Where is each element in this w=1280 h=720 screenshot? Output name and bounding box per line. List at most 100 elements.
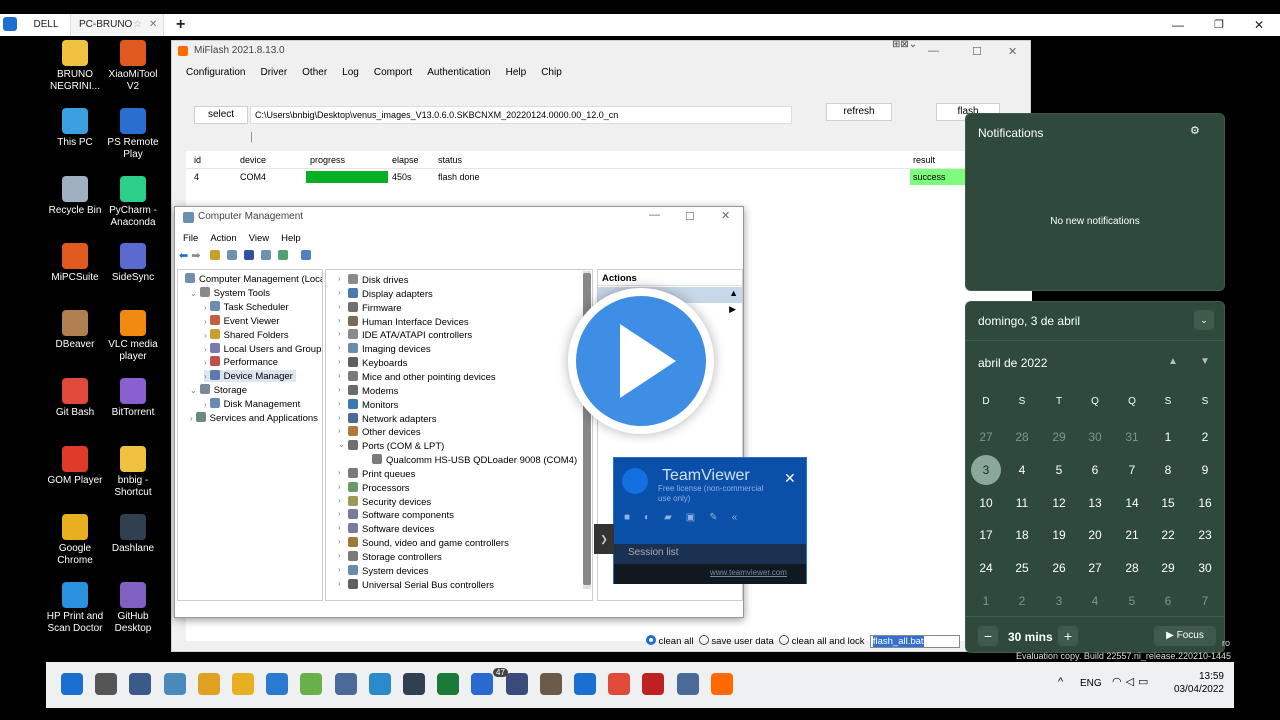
desktop-icon[interactable]: Git Bash [46,378,104,419]
expand-arrow-icon[interactable]: ⌄ [190,386,197,395]
calendar-day[interactable]: 27 [971,422,1001,452]
device-category[interactable]: › IDE ATA/ATAPI controllers [338,329,472,341]
file-explorer-icon[interactable] [232,673,254,695]
calendar-month[interactable]: abril de 2022 [978,356,1047,370]
expand-arrow-icon[interactable]: › [338,537,341,546]
calendar-day[interactable]: 30 [1080,422,1110,452]
git-icon[interactable] [608,673,631,695]
expand-arrow-icon[interactable]: › [338,302,341,311]
expand-arrow-icon[interactable]: › [338,565,341,574]
device-category[interactable]: › Network adapters [338,412,436,425]
tab-dell[interactable]: DELL [24,14,68,36]
expand-arrow-icon[interactable]: › [338,274,341,283]
menu-item[interactable]: Other [302,67,327,78]
calendar-day[interactable]: 28 [1007,422,1037,452]
teamviewer-url[interactable]: www.teamviewer.com [710,568,787,577]
calendar-day[interactable]: 29 [1044,422,1074,452]
device-category[interactable]: › Sound, video and game controllers [338,537,509,549]
expand-arrow-icon[interactable]: › [338,329,341,338]
menu-item[interactable]: Authentication [427,67,490,78]
notification-settings-icon[interactable]: ⚙ [1190,124,1200,137]
clock-date[interactable]: 03/04/2022 [1170,684,1224,695]
menu-item[interactable]: Log [342,67,359,78]
calculator-icon[interactable] [334,673,357,695]
device-category[interactable]: › Software devices [338,523,434,535]
calendar-day[interactable]: 7 [1190,586,1220,616]
calendar-day[interactable]: 21 [1117,520,1147,550]
back-icon[interactable]: ⬅ [179,250,188,262]
calendar-day[interactable]: 6 [1080,455,1110,485]
expand-arrow-icon[interactable]: › [338,399,341,408]
radio-save-user-data[interactable] [698,635,709,645]
radio-clean-all-lock[interactable] [779,635,790,645]
device-category[interactable]: › Firmware [338,301,402,314]
video-play-overlay[interactable] [568,288,714,434]
teamviewer-taskbar-icon[interactable] [574,673,596,695]
desktop-icon[interactable]: GitHub Desktop [104,582,162,635]
expand-arrow-icon[interactable]: › [338,371,341,380]
calendar-day[interactable]: 27 [1080,553,1110,583]
calendar-day[interactable]: 5 [1117,586,1147,616]
miflash-close-icon[interactable]: ✕ [1008,45,1017,58]
device-category[interactable]: › Keyboards [338,357,407,369]
device-category[interactable]: › Storage controllers [338,551,442,563]
teamviewer-close-icon[interactable]: ✕ [784,470,796,487]
table-row[interactable]: 4 COM4 450s flash done success [186,169,1032,185]
expand-arrow-icon[interactable]: › [338,551,341,560]
cm-close-icon[interactable]: ✕ [721,209,730,222]
calendar-day[interactable]: 18 [1007,520,1037,550]
cm-menu-item[interactable]: View [249,233,269,244]
calendar-day[interactable]: 26 [1044,553,1074,583]
expand-arrow-icon[interactable]: › [204,331,207,340]
tab-pc-bruno[interactable]: PC-BRUNO ☆ ✕ [70,14,164,36]
expand-arrow-icon[interactable]: › [338,413,341,422]
calendar-day[interactable]: 1 [1153,422,1183,452]
forward-icon[interactable]: ➡ [191,250,200,262]
calendar-day[interactable]: 13 [1080,488,1110,518]
desktop-icon[interactable]: BRUNO NEGRINI... [46,40,104,93]
expand-arrow-icon[interactable]: ⌄ [338,440,345,449]
expand-arrow-icon[interactable]: › [204,303,207,312]
desktop-icon[interactable]: XiaoMiTool V2 [104,40,162,93]
expand-arrow-icon[interactable]: › [338,357,341,366]
tree-item[interactable]: › Services and Applications [190,412,318,424]
expand-arrow-icon[interactable]: › [204,358,207,367]
calendar-day[interactable]: 2 [1007,586,1037,616]
expand-arrow-icon[interactable]: › [338,579,341,588]
tree-item[interactable]: › Local Users and Groups [204,342,322,355]
expand-arrow-icon[interactable]: › [204,372,207,381]
expand-arrow-icon[interactable]: › [190,414,193,423]
calendar-day[interactable]: 29 [1153,553,1183,583]
settings-icon[interactable] [129,673,152,695]
calendar-day[interactable]: 25 [1007,553,1037,583]
expand-arrow-icon[interactable]: › [204,345,207,354]
calendar-day[interactable]: 28 [1117,553,1147,583]
photos-icon[interactable] [163,673,186,695]
desktop-icon[interactable]: MiPCSuite [46,243,104,284]
path-field[interactable]: C:\Users\bnbig\Desktop\venus_images_V13.… [250,106,792,124]
calendar-day[interactable]: 12 [1044,488,1074,518]
globe-icon[interactable] [368,673,391,695]
expand-arrow-icon[interactable]: › [338,523,341,532]
tree-item[interactable]: › Task Scheduler [204,300,289,313]
device-category[interactable]: › Display adapters [338,287,433,300]
scan-icon[interactable] [277,250,288,260]
chrome-icon[interactable] [197,673,220,695]
expand-arrow-icon[interactable]: › [338,482,341,491]
teamviewer-handle-icon[interactable]: ❯ [594,524,614,554]
session-list[interactable]: Session list [614,544,806,564]
calendar-day[interactable]: 10 [971,488,1001,518]
expand-arrow-icon[interactable]: › [338,509,341,518]
restore-icon[interactable]: ❐ [1214,14,1224,36]
focus-increase-icon[interactable]: + [1058,626,1078,646]
vscode-icon[interactable] [266,673,289,695]
minimize-icon[interactable]: — [1172,14,1184,36]
expand-arrow-icon[interactable]: › [338,288,341,297]
calendar-day[interactable]: 2 [1190,422,1220,452]
expand-arrow-icon[interactable]: › [204,400,207,409]
select-button[interactable]: select [194,106,248,124]
show-tree-icon[interactable] [226,250,237,260]
desktop-icon[interactable]: Dashlane [104,514,162,555]
desktop-icon[interactable]: BitTorrent [104,378,162,419]
device-category[interactable]: › Security devices [338,495,431,508]
